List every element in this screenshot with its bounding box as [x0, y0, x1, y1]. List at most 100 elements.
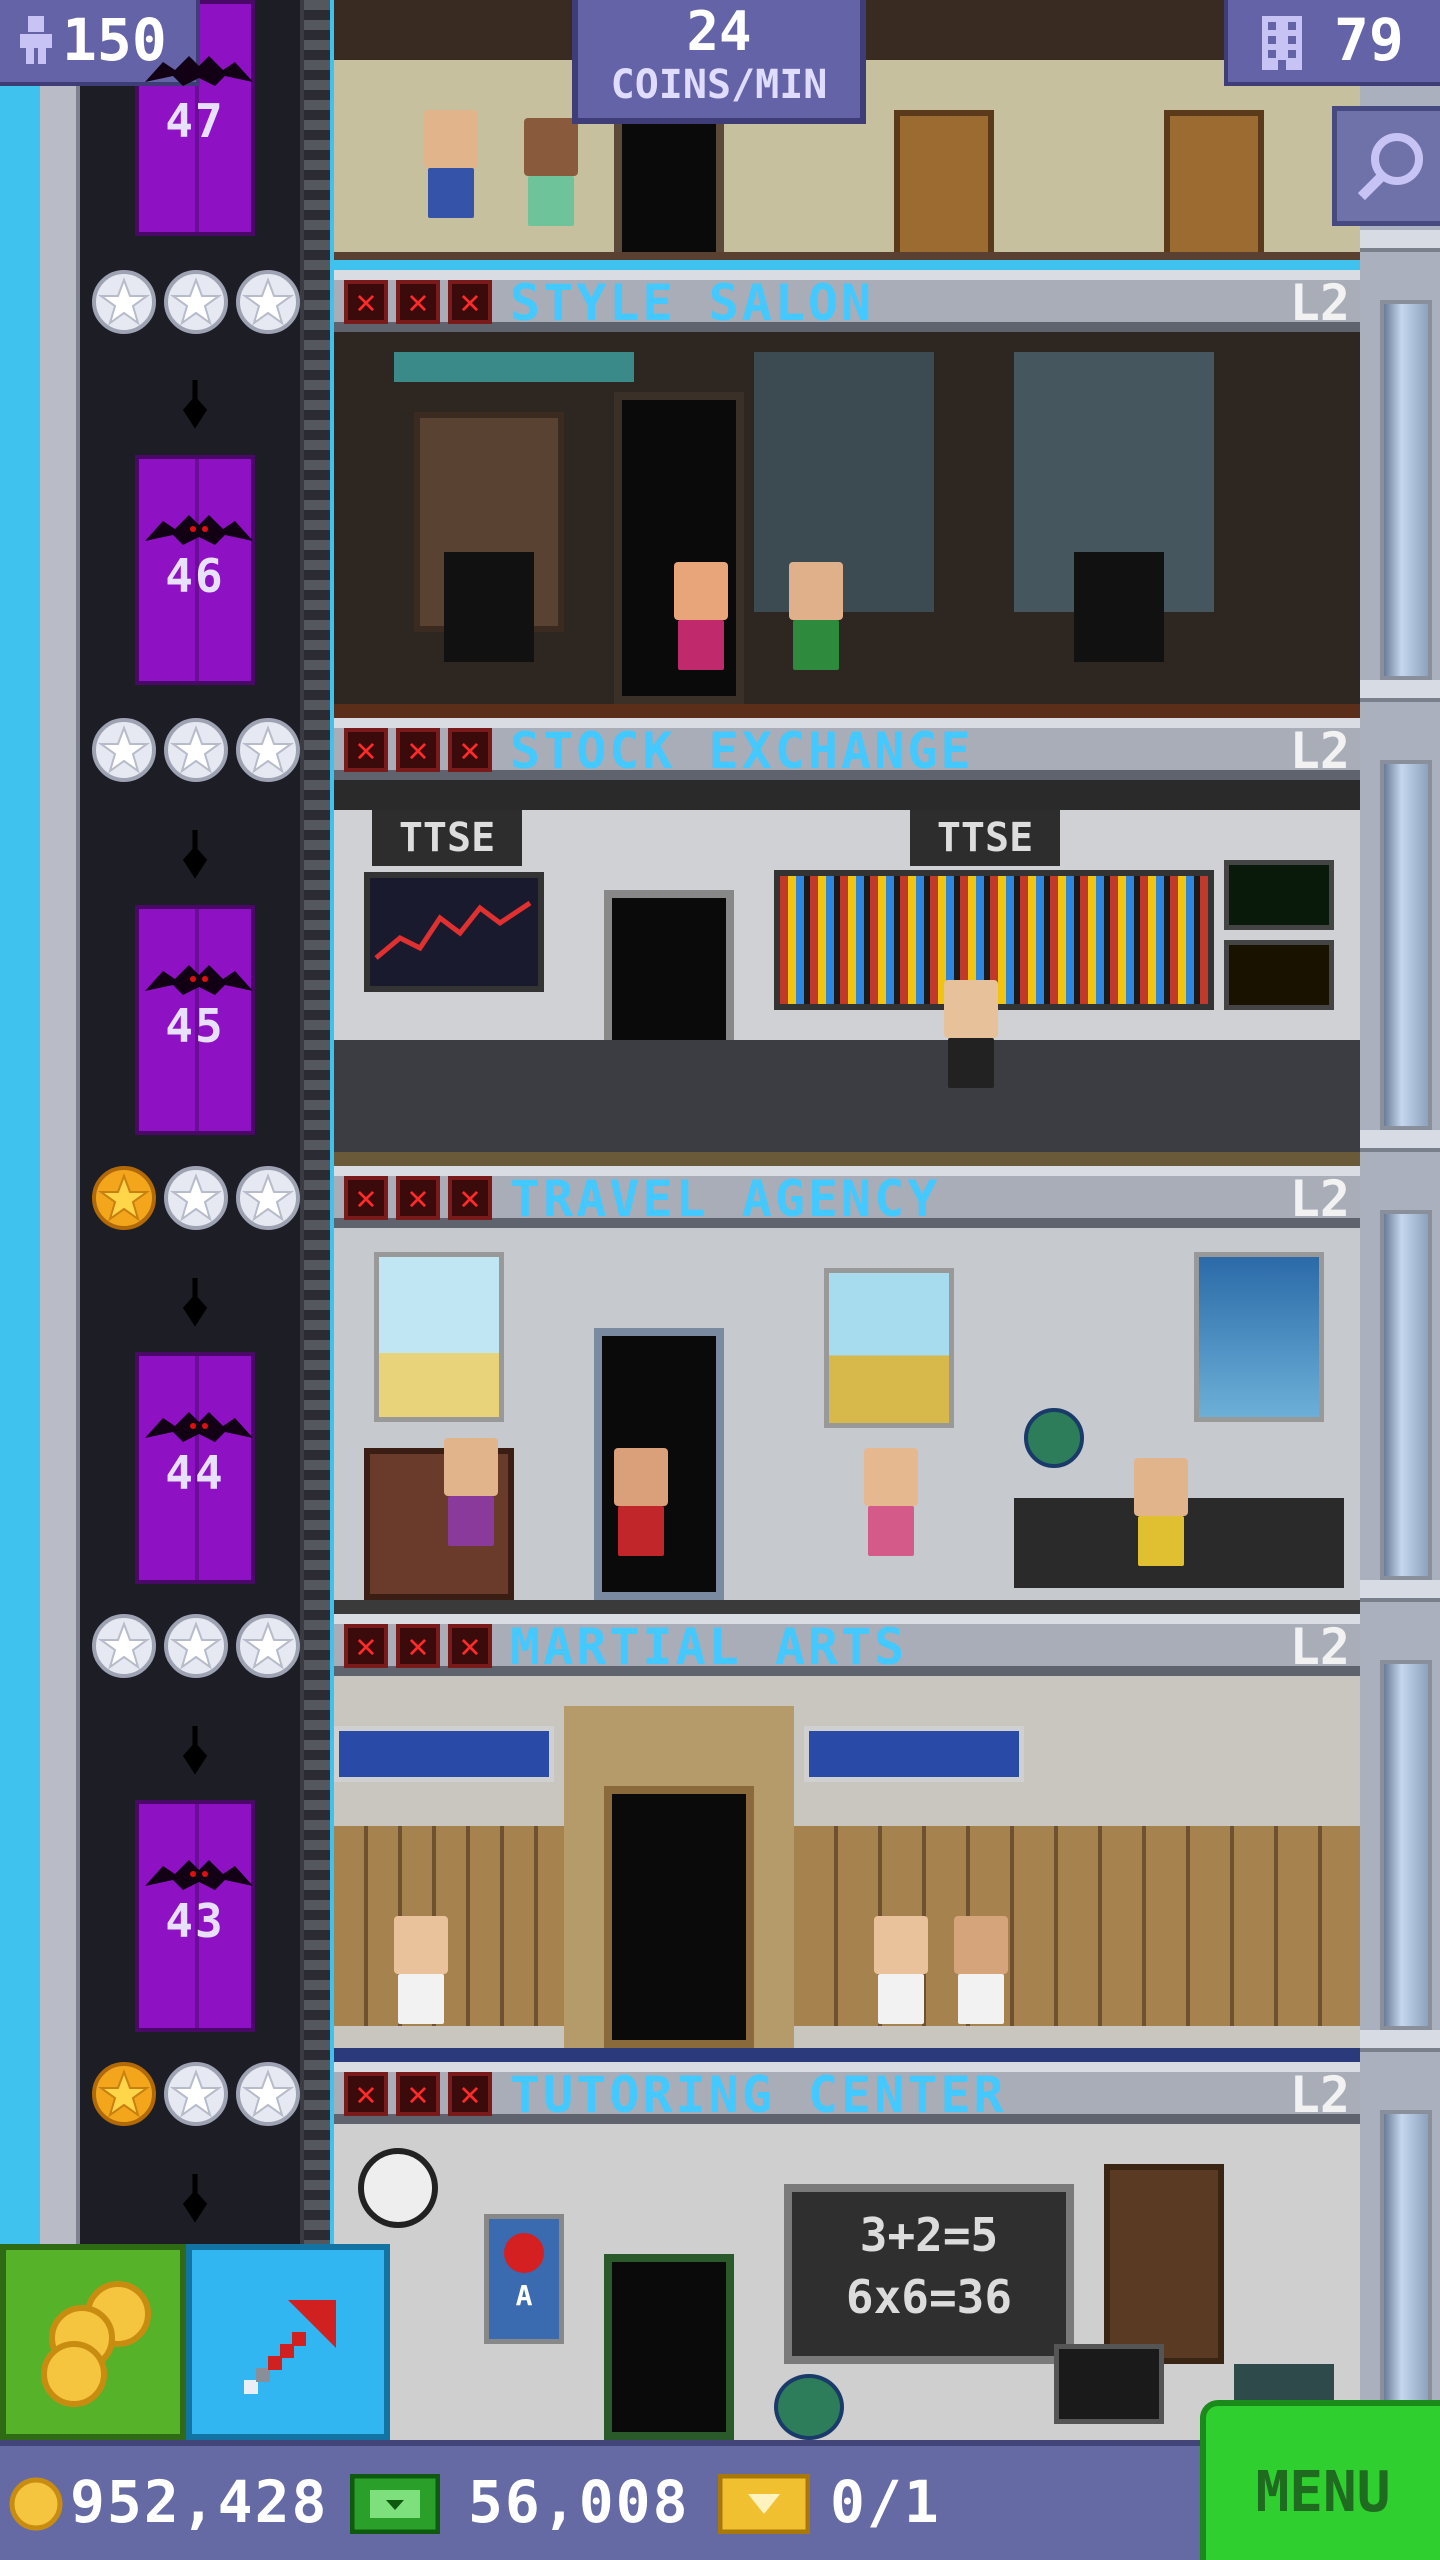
clock-icon [358, 2148, 438, 2228]
floor-name: STYLE SALON [510, 274, 875, 332]
empty-slot-icon: ✕ [344, 2072, 388, 2116]
floor-style-salon[interactable]: ✕ ✕ ✕ STYLE SALON L2 [334, 270, 1360, 718]
empty-slot-icon: ✕ [448, 2072, 492, 2116]
weapon-rack [334, 1826, 564, 2026]
room-interior: A 3+2=5 6x6=36 [334, 2124, 1360, 2440]
empty-slot-icon: ✕ [344, 1176, 388, 1220]
empty-slot-icon: ✕ [396, 1176, 440, 1220]
empty-slot-icon: ✕ [396, 2072, 440, 2116]
floor-level: L2 [1289, 2066, 1350, 2124]
floor-number: 47 [165, 94, 225, 148]
bux-value: 56,008 [468, 2468, 690, 2536]
star-rating [92, 1614, 300, 1678]
empty-slot-icon: ✕ [344, 280, 388, 324]
beach-poster [374, 1252, 504, 1422]
floor-travel-agency[interactable]: ✕ ✕ ✕ TRAVEL AGENCY L2 [334, 1166, 1360, 1614]
gold-star-icon [92, 2062, 156, 2126]
coin-rate-unit: COINS/MIN [610, 62, 828, 108]
floor-name: TUTORING CENTER [510, 2066, 1007, 2124]
tower-outer-wall [40, 0, 80, 2440]
empty-slot-icon: ✕ [448, 280, 492, 324]
bat-icon [145, 1860, 253, 1890]
elevator-car-43[interactable]: 43 [135, 1800, 255, 2032]
elevator-hook-icon [182, 830, 208, 879]
coins-button[interactable] [0, 2244, 186, 2440]
floor-name: MARTIAL ARTS [510, 1618, 908, 1676]
sky-strip [0, 0, 40, 2440]
salon-chair [444, 552, 534, 662]
chalkboard-line: 6x6=36 [845, 2270, 1013, 2324]
floor-level: L2 [1289, 1618, 1350, 1676]
coin-rate-value: 24 [686, 0, 752, 63]
silver-star-icon [92, 1614, 156, 1678]
empty-slot-icon: ✕ [396, 280, 440, 324]
dojo-banner [334, 1726, 554, 1782]
city-poster [1194, 1252, 1324, 1422]
floor-number: 43 [165, 1894, 225, 1948]
floor-martial-arts[interactable]: ✕ ✕ ✕ MARTIAL ARTS L2 [334, 1614, 1360, 2062]
tenant-figure [1134, 1458, 1188, 1566]
silver-star-icon [92, 718, 156, 782]
wall-window [1380, 1660, 1432, 2030]
empty-slot-icon: ✕ [448, 1624, 492, 1668]
empty-slot-icon: ✕ [344, 728, 388, 772]
bat-icon [145, 56, 253, 86]
wall-ledge [1360, 230, 1440, 252]
build-button[interactable] [186, 2244, 390, 2440]
menu-button[interactable]: MENU [1200, 2400, 1440, 2560]
monitor [1224, 860, 1334, 930]
computer-monitor [1054, 2344, 1164, 2424]
silver-star-icon [92, 270, 156, 334]
silver-star-icon [164, 1166, 228, 1230]
wall-window [1380, 2110, 1432, 2410]
tenant-figure [444, 1438, 498, 1546]
gold-star-icon [92, 1166, 156, 1230]
tenant-figure [874, 1916, 928, 2024]
tenant-figure [954, 1916, 1008, 2024]
tenant-figure [674, 562, 728, 670]
wall-ledge [1360, 2030, 1440, 2052]
wall-ledge [1360, 680, 1440, 702]
floor-level: L2 [1289, 722, 1350, 780]
coin-stack-icon [41, 2281, 151, 2407]
floor-header: ✕ ✕ ✕ MARTIAL ARTS L2 [334, 1614, 1360, 1676]
floor-counter[interactable]: 79 [1224, 0, 1440, 86]
bookshelf [1104, 2164, 1224, 2364]
silver-star-icon [164, 718, 228, 782]
tenant-figure [524, 118, 578, 226]
floor-level: L2 [1289, 274, 1350, 332]
floor-header: ✕ ✕ ✕ STOCK EXCHANGE L2 [334, 718, 1360, 780]
floor-header: ✕ ✕ ✕ TRAVEL AGENCY L2 [334, 1166, 1360, 1228]
elevator-car-45[interactable]: 45 [135, 905, 255, 1135]
search-button[interactable] [1332, 106, 1440, 226]
silver-star-icon [236, 270, 300, 334]
elevator-hook-icon [182, 380, 208, 429]
wall-window [1380, 760, 1432, 1130]
elevator-car-44[interactable]: 44 [135, 1352, 255, 1584]
floor-stock-exchange[interactable]: ✕ ✕ ✕ STOCK EXCHANGE L2 TTSE TTSE [334, 718, 1360, 1166]
coins-value: 952,428 [70, 2468, 329, 2536]
star-rating [92, 2062, 300, 2126]
elevator-hook-icon [182, 2174, 208, 2223]
monitor [1224, 940, 1334, 1010]
wall-window [1380, 300, 1432, 680]
coin-rate-panel: 24 COINS/MIN [572, 0, 866, 124]
floor-tutoring-center[interactable]: ✕ ✕ ✕ TUTORING CENTER L2 A 3+2=5 6x6=36 [334, 2062, 1360, 2440]
room-door [604, 1786, 754, 2048]
wall-window [1380, 1210, 1432, 1580]
elevator-hook-icon [182, 1726, 208, 1775]
floor-count-value: 79 [1334, 6, 1404, 74]
person-icon [20, 16, 52, 64]
dojo-banner [804, 1726, 1024, 1782]
room-interior [334, 332, 1360, 718]
bat-icon [145, 965, 253, 995]
empty-slot-icon: ✕ [344, 1624, 388, 1668]
elevator-car-46[interactable]: 46 [135, 455, 255, 685]
empty-slot-icon: ✕ [448, 728, 492, 772]
floor-number: 45 [165, 999, 225, 1053]
room-interior: TTSE TTSE [334, 780, 1360, 1166]
floor-name: STOCK EXCHANGE [510, 722, 974, 780]
elevator-hook-icon [182, 1278, 208, 1327]
room-interior [334, 1676, 1360, 2062]
wall-ledge [1360, 1580, 1440, 1602]
